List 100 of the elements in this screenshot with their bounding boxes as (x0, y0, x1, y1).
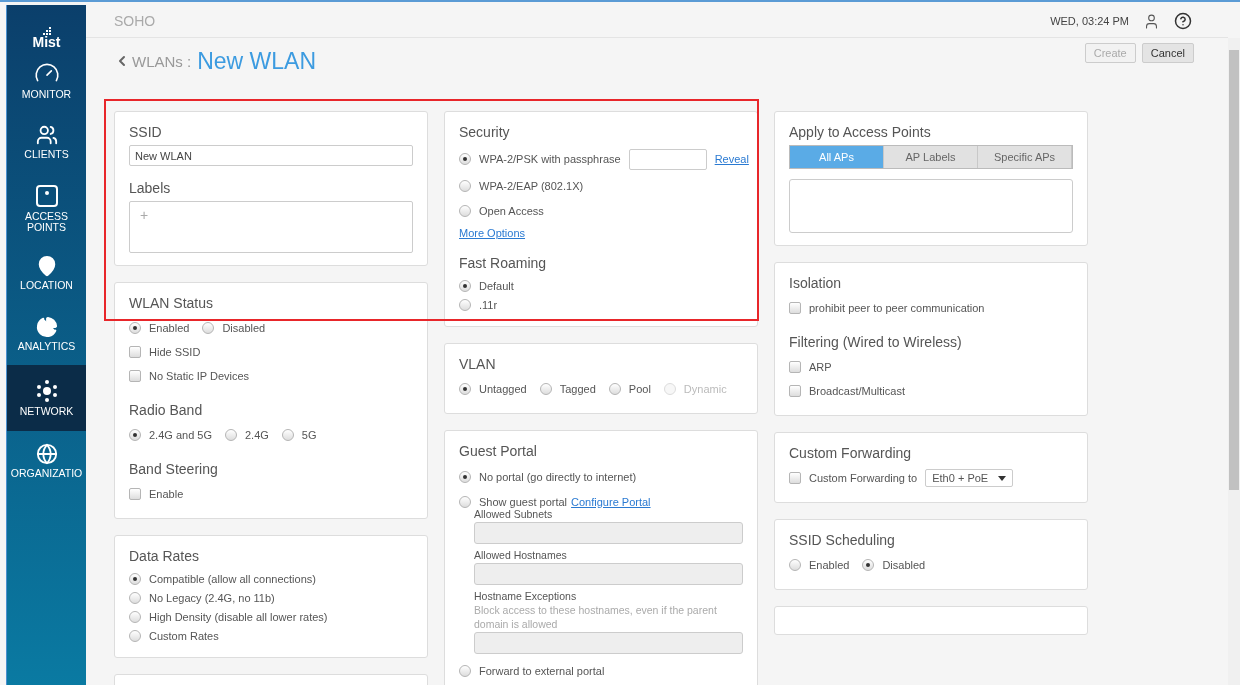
option-label: Pool (628, 383, 651, 395)
nav-item[interactable]: ORGANIZATIO (7, 431, 86, 491)
radio-button[interactable] (862, 559, 875, 571)
globe-icon (35, 443, 58, 465)
checkbox[interactable] (129, 488, 141, 500)
checkbox[interactable] (129, 370, 141, 382)
checkbox[interactable] (129, 346, 141, 358)
checkbox[interactable] (789, 302, 801, 314)
option-label: 2.4G and 5G (149, 429, 212, 441)
caret-icon (998, 475, 1007, 481)
radio-button[interactable] (129, 322, 141, 334)
option-label: .11r (479, 298, 498, 311)
option-label: High Density (disable all lower rates) (149, 610, 328, 623)
option-label: Open Access (479, 204, 544, 217)
section-heading: WLAN Status (129, 295, 215, 312)
radio-button[interactable] (459, 279, 471, 292)
segment-tab[interactable]: Specific APs (978, 146, 1072, 168)
radio-button[interactable] (129, 591, 141, 604)
segment-tab[interactable]: AP Labels (884, 146, 978, 168)
site-name: SOHO (114, 13, 157, 29)
radio-button[interactable] (459, 664, 471, 677)
radio-button[interactable] (789, 559, 801, 571)
section-heading: Radio Band (129, 402, 204, 419)
option-label: Forward to external portal (479, 664, 605, 677)
interface-dropdown[interactable]: Eth0 + PoE (925, 469, 1014, 487)
radio-button[interactable] (539, 383, 552, 395)
checkbox[interactable] (789, 361, 801, 373)
option-label: Disabled (222, 322, 266, 334)
nav-item[interactable]: LOCATION (7, 243, 86, 303)
page-title: New WLAN (197, 47, 317, 75)
radio-button[interactable] (202, 322, 215, 334)
option-label: Dynamic (683, 383, 727, 395)
user-icon[interactable] (1143, 12, 1160, 30)
radio-button[interactable] (459, 470, 471, 483)
action-button[interactable]: Cancel (1141, 43, 1194, 63)
radio-button[interactable] (281, 429, 294, 441)
ssid-field[interactable]: New WLAN (129, 145, 413, 166)
radio-button[interactable] (459, 153, 471, 165)
nav-item[interactable]: NETWORK (7, 365, 86, 431)
date-time: WED, 03:24 PM (1050, 15, 1129, 27)
checkbox[interactable] (789, 472, 801, 484)
radio-button[interactable] (129, 629, 141, 642)
option-label: Enable (149, 488, 184, 500)
radio-button[interactable] (459, 383, 471, 395)
field-label: Hostname Exceptions (474, 589, 578, 603)
reveal-link[interactable]: Reveal (714, 153, 749, 165)
field-label: Allowed Subnets (474, 508, 554, 521)
option-label: Enabled (809, 559, 850, 571)
nav-item[interactable]: ACCESS POINTS (7, 173, 86, 243)
radio-button[interactable] (129, 610, 141, 623)
radio-button[interactable] (459, 298, 471, 311)
section-heading: Security (459, 124, 511, 141)
checkbox[interactable] (789, 385, 801, 397)
section-heading: Labels (129, 180, 172, 197)
option-label: WPA-2/PSK with passphrase (479, 153, 621, 165)
field-hint: Block access to these hostnames, even if the parent domain is allowed (474, 603, 718, 631)
nav-item[interactable]: ANALYTICS (7, 303, 86, 365)
radio-button[interactable] (459, 204, 471, 217)
nav-item[interactable]: CLIENTS (7, 111, 86, 173)
option-label: No portal (go directly to internet) (479, 470, 637, 483)
section-heading: Isolation (789, 275, 843, 292)
option-label: WPA-2/EAP (802.1X) (479, 179, 584, 192)
section-heading: SSID Scheduling (789, 532, 896, 549)
option-label: Broadcast/Multicast (809, 385, 905, 397)
logo: Mist (32, 35, 61, 49)
option-label: ARP (809, 361, 832, 373)
option-label: 2.4G (245, 429, 269, 441)
configure-link[interactable]: Configure Portal (571, 495, 651, 508)
field-label: Allowed Hostnames (474, 548, 568, 562)
logo-dots-icon (42, 27, 51, 35)
section-heading: Custom Forwarding (789, 445, 913, 462)
option-label: 5G (301, 429, 317, 441)
scrollbar[interactable] (1228, 38, 1240, 685)
radio-button[interactable] (129, 572, 141, 585)
help-icon[interactable] (1174, 12, 1192, 30)
option-label: Tagged (559, 383, 596, 395)
option-label: Disabled (882, 559, 926, 571)
radio-button[interactable] (459, 179, 471, 192)
option-label: Custom Rates (149, 629, 219, 642)
access-point-icon (34, 183, 59, 208)
option-label: Untagged (479, 383, 527, 395)
nav-item[interactable]: MONITOR (7, 49, 86, 111)
option-label: Custom Forwarding to (809, 472, 918, 484)
radio-button[interactable] (129, 429, 141, 441)
radio-button[interactable] (459, 495, 471, 508)
radio-button[interactable] (608, 383, 621, 395)
network-icon (34, 379, 59, 403)
passphrase-field[interactable] (628, 148, 707, 170)
people-icon (35, 124, 58, 146)
option-label: Enabled (149, 322, 190, 334)
radio-button[interactable] (225, 429, 237, 441)
more-options-link[interactable]: More Options (459, 227, 526, 239)
section-heading: Filtering (Wired to Wireless) (789, 334, 963, 351)
section-heading: VLAN (459, 356, 497, 373)
section-heading: Band Steering (129, 461, 219, 478)
section-heading: Guest Portal (459, 443, 538, 460)
option-label: prohibit peer to peer communication (809, 302, 985, 314)
section-heading: Data Rates (129, 548, 201, 565)
section-heading: Apply to Access Points (789, 124, 932, 141)
option-label: No Legacy (2.4G, no 11b) (149, 591, 275, 604)
